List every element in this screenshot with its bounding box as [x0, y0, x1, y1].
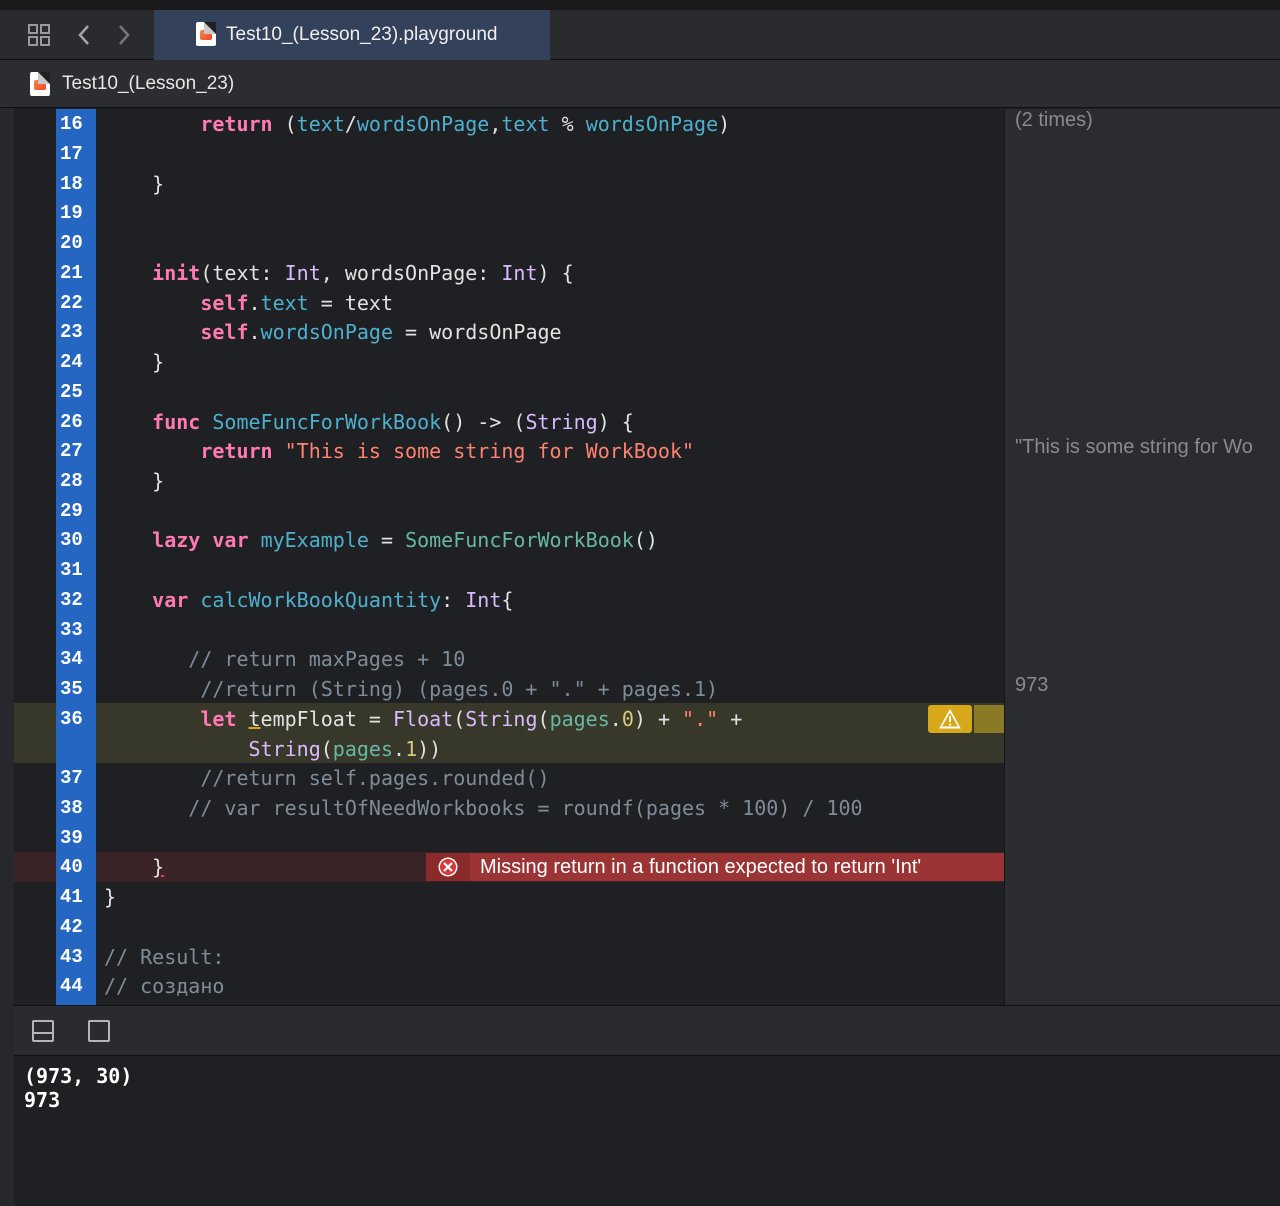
- line-number: 38: [60, 797, 83, 819]
- chevron-left-icon[interactable]: [70, 20, 98, 50]
- code-line: }: [104, 172, 165, 196]
- line-number: 25: [60, 381, 83, 403]
- line-number: 28: [60, 470, 83, 492]
- code-line: self.text = text: [200, 291, 394, 315]
- debug-bar: [14, 1005, 1280, 1056]
- line-number: 29: [60, 500, 83, 522]
- line-number: 39: [60, 827, 83, 849]
- code-line: return "This is some string for WorkBook…: [200, 439, 695, 463]
- code-line: }: [104, 350, 165, 374]
- error-icon: [426, 853, 470, 881]
- hide-debug-area-icon[interactable]: [32, 1020, 54, 1042]
- tab-bar: Test10_(Lesson_23).playground: [0, 0, 1280, 60]
- swift-file-icon: [196, 22, 216, 46]
- result-value[interactable]: "This is some string for Wo: [1015, 436, 1253, 459]
- line-number: 42: [60, 916, 83, 938]
- code-line: // return maxPages + 10: [188, 647, 466, 671]
- line-number: 34: [60, 648, 83, 670]
- result-value[interactable]: (2 times): [1015, 109, 1093, 132]
- line-number: 32: [60, 589, 83, 611]
- code-line: return (text/wordsOnPage,text % wordsOnP…: [200, 112, 731, 136]
- line-number: 16: [60, 113, 83, 135]
- code-line: String(pages.1)): [248, 737, 442, 761]
- line-number: 27: [60, 440, 83, 462]
- line-number: 33: [60, 619, 83, 641]
- code-line: let tempFloat = Float(String(pages.0) + …: [200, 707, 743, 731]
- code-line: func SomeFuncForWorkBook() -> (String) {: [152, 410, 634, 434]
- code-line: }: [104, 885, 117, 909]
- line-number: 30: [60, 529, 83, 551]
- tab-playground[interactable]: Test10_(Lesson_23).playground: [154, 10, 550, 60]
- chevron-right-icon[interactable]: [110, 20, 138, 50]
- jump-bar: Test10_(Lesson_23): [0, 60, 1280, 108]
- code-line: }: [104, 469, 165, 493]
- related-items-grid-icon[interactable]: [24, 20, 54, 50]
- line-number: 40: [60, 856, 83, 878]
- result-value[interactable]: 973: [1015, 674, 1048, 697]
- code-line: lazy var myExample = SomeFuncForWorkBook…: [152, 528, 658, 552]
- line-number: 26: [60, 411, 83, 433]
- line-number: 24: [60, 351, 83, 373]
- code-line: //return self.pages.rounded(): [200, 766, 550, 790]
- swift-file-icon: [30, 72, 50, 96]
- console-output[interactable]: (973, 30) 973: [14, 1056, 1280, 1206]
- code-line: init(text: Int, wordsOnPage: Int) {: [152, 261, 574, 285]
- line-number: 21: [60, 262, 83, 284]
- breadcrumb-file[interactable]: Test10_(Lesson_23): [62, 73, 234, 95]
- line-number: 43: [60, 946, 83, 968]
- line-number: 36: [60, 708, 83, 730]
- line-number: 19: [60, 202, 83, 224]
- toggle-console-icon[interactable]: [88, 1020, 110, 1042]
- code-line: }: [152, 855, 165, 879]
- line-number: 17: [60, 143, 83, 165]
- warning-badge-extension: [974, 705, 1004, 733]
- results-sidebar: (2 times) "This is some string for Wo 97…: [1004, 109, 1280, 1005]
- line-number: 44: [60, 975, 83, 997]
- code-line: // Result:: [104, 945, 225, 969]
- line-number: 41: [60, 886, 83, 908]
- line-number: 31: [60, 559, 83, 581]
- line-number: 22: [60, 292, 83, 314]
- code-line: self.wordsOnPage = wordsOnPage: [200, 320, 562, 344]
- line-number: 23: [60, 321, 83, 343]
- error-message: Missing return in a function expected to…: [480, 855, 922, 878]
- line-number: 37: [60, 767, 83, 789]
- line-number: 18: [60, 173, 83, 195]
- code-line: // создано: [104, 974, 225, 998]
- line-number: 20: [60, 232, 83, 254]
- left-edge: [0, 108, 14, 1206]
- console-line: 973: [24, 1088, 61, 1112]
- error-banner[interactable]: Missing return in a function expected to…: [426, 853, 1004, 881]
- code-line: //return (String) (pages.0 + "." + pages…: [200, 677, 719, 701]
- line-number: 35: [60, 678, 83, 700]
- tab-title: Test10_(Lesson_23).playground: [226, 24, 498, 45]
- code-line: var calcWorkBookQuantity: Int{: [152, 588, 514, 612]
- warning-icon[interactable]: [928, 705, 972, 733]
- code-line: // var resultOfNeedWorkbooks = roundf(pa…: [188, 796, 863, 820]
- console-line: (973, 30): [24, 1064, 133, 1088]
- code-editor[interactable]: 16 17 18 19 20 21 22 23 24 25 26 27 28 2…: [14, 109, 1004, 1005]
